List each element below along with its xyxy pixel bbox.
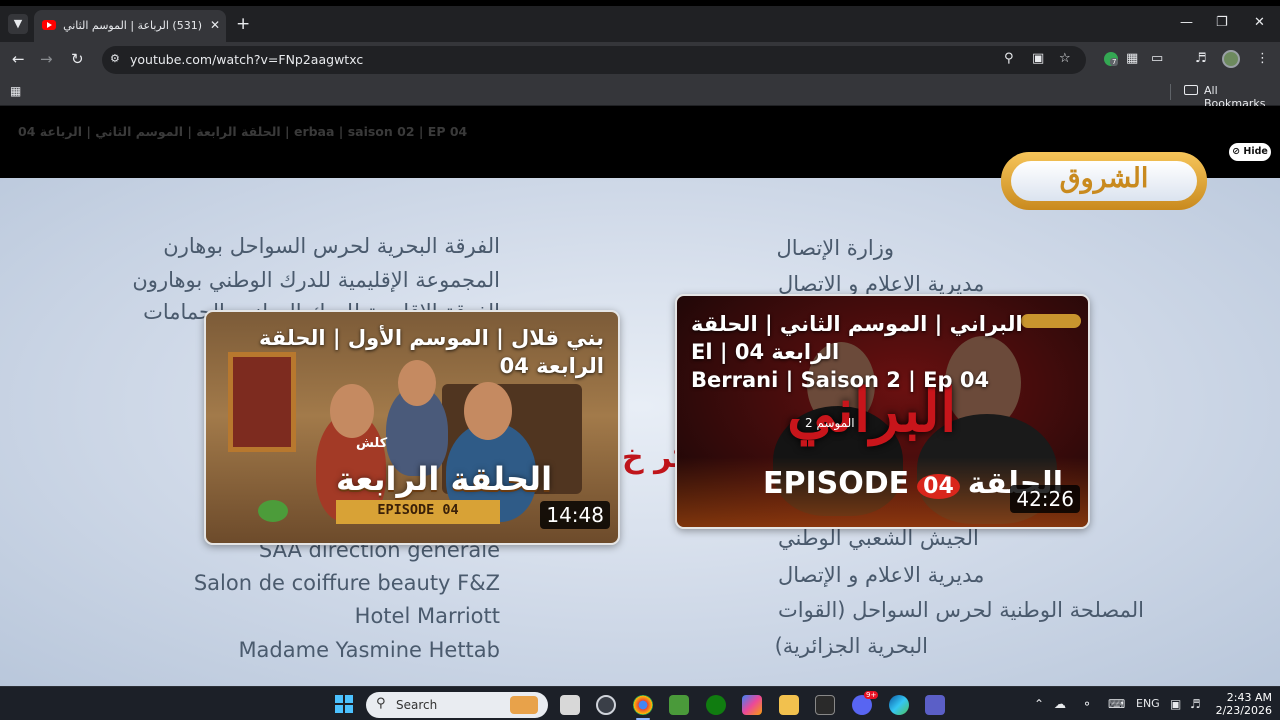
restore-icon[interactable]: ❐ <box>1216 15 1228 30</box>
bookmark-star-icon[interactable]: ☆ <box>1059 51 1071 66</box>
thumbnail-episode-label: EPISODE <box>763 466 910 501</box>
channel-logo: الشروق <box>1001 152 1207 210</box>
credit-line: مديرية الاعلام و الإتصال <box>778 563 985 587</box>
credit-line: مديرية الاعلام و الاتصال <box>778 272 985 296</box>
xbox-icon[interactable] <box>706 695 726 715</box>
thumbnail-episode-arabic: الحلقة الرابعة <box>336 460 553 498</box>
menu-kebab-icon[interactable]: ⋮ <box>1256 51 1269 66</box>
github-icon[interactable] <box>596 695 616 715</box>
teams-icon[interactable] <box>925 695 945 715</box>
thumbnail-episode-number: 04 <box>917 474 960 499</box>
clock-time: 2:43 AM <box>1226 691 1272 704</box>
extensions-puzzle-icon[interactable]: ▭ <box>1151 51 1163 66</box>
taskbar-search-box[interactable]: ⚲ Search <box>366 692 548 718</box>
zoom-icon[interactable]: ⚲ <box>1004 51 1014 66</box>
file-explorer-icon[interactable] <box>779 695 799 715</box>
url-text: youtube.com/watch?v=FNp2aagwtxc <box>130 52 364 67</box>
tray-chevron-icon[interactable]: ⌃ <box>1034 697 1044 711</box>
forward-arrow-icon[interactable]: → <box>40 50 53 68</box>
end-card-title: بني قلال | الموسم الأول | الحلقة الرابعة… <box>258 326 604 378</box>
media-control-icon[interactable]: ♬ <box>1195 51 1207 66</box>
task-view-icon[interactable] <box>560 695 580 715</box>
credit-line: المجموعة الإقليمية للدرك الوطني بوهارون <box>132 268 500 292</box>
thumbnail-season-label: الموسم 2 <box>805 416 855 430</box>
end-card-video-right[interactable]: البراني الموسم 2 EPISODE 04 الحلقة البراني… <box>675 294 1090 529</box>
youtube-favicon-icon <box>42 20 56 30</box>
clock-date: 2/23/2026 <box>1215 704 1272 717</box>
minecraft-icon[interactable] <box>669 695 689 715</box>
volume-icon[interactable]: ♬ <box>1190 697 1201 711</box>
end-card-title-line: Berrani | Saison 2 | Ep 04 <box>691 368 990 392</box>
onedrive-icon[interactable]: ☁ <box>1054 697 1066 711</box>
tab-title: (531) الرباعة | الموسم الثاني | الح <box>62 19 202 32</box>
credit-line: Madame Yasmine Hettab <box>238 638 500 662</box>
credit-line: البحرية الجزائرية) <box>774 634 928 658</box>
end-card-title: البراني | الموسم الثاني | الحلقة الرابعة… <box>691 310 1081 394</box>
windows-start-icon[interactable] <box>335 695 353 713</box>
extension-badge-count: 7 <box>1110 58 1119 66</box>
back-arrow-icon[interactable]: ← <box>12 50 25 68</box>
eye-off-icon: ⊘ <box>1232 146 1241 157</box>
profile-avatar[interactable] <box>1222 50 1240 68</box>
extension-badge-icon[interactable]: 7 <box>1104 52 1119 66</box>
browser-tab-strip: ▼ (531) الرباعة | الموسم الثاني | الح ✕ … <box>0 0 1280 42</box>
site-settings-icon[interactable]: ⚙ <box>110 52 124 66</box>
search-highlight-icon <box>510 696 538 714</box>
credit-line: Salon de coiffure beauty F&Z <box>193 571 500 595</box>
folder-icon <box>1184 85 1198 95</box>
tab-search-button[interactable]: ▼ <box>8 14 28 34</box>
channel-logo-inner: الشروق <box>1011 161 1197 201</box>
reload-icon[interactable]: ↻ <box>71 50 84 68</box>
tab-close-icon[interactable]: ✕ <box>210 18 220 32</box>
epic-games-icon[interactable] <box>815 695 835 715</box>
thumbnail-episode-bar: EPISODE 04 <box>336 500 500 524</box>
video-overlay-title: 04 الحلقة الرابعة | الموسم الثاني | الرب… <box>18 124 468 139</box>
browser-toolbar: ← → ↻ ⚙ youtube.com/watch?v=FNp2aagwtxc … <box>0 42 1280 78</box>
copilot-icon[interactable] <box>742 695 762 715</box>
network-icon[interactable]: ▣ <box>1170 697 1181 711</box>
ivr-logo-icon <box>258 500 288 522</box>
thumbnail-episode-label: EPISODE 04 <box>377 502 459 518</box>
end-card-duration: 14:48 <box>540 501 610 529</box>
minimize-icon[interactable]: — <box>1180 15 1193 30</box>
bookmarks-divider <box>1170 84 1171 100</box>
credit-line: وزارة الإتصال <box>776 236 894 260</box>
language-indicator[interactable]: ENG <box>1136 697 1160 710</box>
end-card-video-left[interactable]: كلش الحلقة الرابعة EPISODE 04 بني قلال |… <box>204 310 620 545</box>
thumbnail-face <box>330 384 374 438</box>
thumbnail-face <box>464 382 512 440</box>
chrome-icon[interactable] <box>633 695 653 715</box>
microphone-icon[interactable]: ⚬ <box>1082 697 1092 711</box>
browser-tab-active[interactable]: (531) الرباعة | الموسم الثاني | الح ✕ <box>34 10 226 42</box>
search-icon: ⚲ <box>376 696 386 711</box>
credit-line: Hotel Marriott <box>354 604 500 628</box>
apps-grid-icon[interactable]: ▦ <box>10 84 21 98</box>
taskbar-search-placeholder: Search <box>396 698 438 712</box>
discord-badge: 9+ <box>864 691 879 699</box>
bookmarks-bar: ▦ All Bookmarks <box>0 78 1280 110</box>
keyboard-icon[interactable]: ⌨ <box>1108 697 1125 711</box>
end-card-title-line: البراني | الموسم الثاني | الحلقة الرابعة… <box>691 312 1023 364</box>
hide-label: Hide <box>1243 146 1268 157</box>
hide-end-screen-button[interactable]: ⊘ Hide <box>1229 143 1271 161</box>
credit-line: المصلحة الوطنية لحرس السواحل (القوات <box>778 598 1144 622</box>
new-tab-button[interactable]: + <box>236 15 250 33</box>
channel-logo-text: الشروق <box>1059 163 1149 194</box>
edge-icon[interactable] <box>889 695 909 715</box>
end-card-duration: 42:26 <box>1010 485 1080 513</box>
install-app-icon[interactable]: ▣ <box>1032 51 1044 66</box>
extension-icon[interactable]: ▦ <box>1126 51 1138 66</box>
taskbar-clock[interactable]: 2:43 AM 2/23/2026 <box>1212 691 1272 717</box>
windows-taskbar: ⚲ Search 9+ ⌃ ☁ ⚬ ⌨ ENG ▣ ♬ 2:43 AM 2/23… <box>0 686 1280 720</box>
window-close-icon[interactable]: ✕ <box>1254 15 1265 30</box>
thumbnail-sign: كلش <box>356 436 388 451</box>
address-bar[interactable]: ⚙ youtube.com/watch?v=FNp2aagwtxc ⚲ ▣ ☆ <box>102 46 1086 74</box>
credit-line: الجيش الشعبي الوطني <box>778 526 979 550</box>
credit-line: الفرقة البحرية لحرس السواحل بوهارن <box>163 234 500 258</box>
